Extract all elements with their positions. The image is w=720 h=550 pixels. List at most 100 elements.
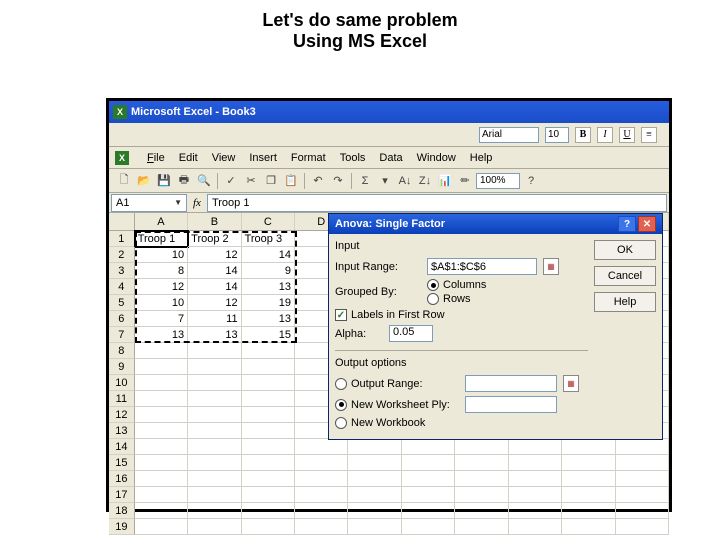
cell[interactable] xyxy=(402,471,455,487)
cell[interactable] xyxy=(348,487,401,503)
cell[interactable] xyxy=(295,519,348,535)
cell[interactable] xyxy=(188,503,241,519)
cell[interactable] xyxy=(616,455,669,471)
range-picker-icon[interactable]: ▦ xyxy=(563,375,579,392)
col-header[interactable]: C xyxy=(242,213,295,230)
cell[interactable] xyxy=(188,471,241,487)
cell[interactable] xyxy=(348,503,401,519)
columns-radio[interactable] xyxy=(427,279,439,291)
menu-format[interactable]: Format xyxy=(291,152,326,164)
formula-bar[interactable]: Troop 1 xyxy=(207,194,667,212)
row-header[interactable]: 6 xyxy=(109,311,135,327)
cell[interactable] xyxy=(242,359,295,375)
menu-edit[interactable]: Edit xyxy=(179,152,198,164)
cell[interactable] xyxy=(295,439,348,455)
row-header[interactable]: 3 xyxy=(109,263,135,279)
spell-icon[interactable]: ✓ xyxy=(222,172,240,190)
dialog-titlebar[interactable]: Anova: Single Factor ? ✕ xyxy=(329,214,662,234)
cell[interactable] xyxy=(188,375,241,391)
cell[interactable] xyxy=(616,471,669,487)
save-icon[interactable]: 💾 xyxy=(155,172,173,190)
cell[interactable] xyxy=(295,487,348,503)
row-header[interactable]: 13 xyxy=(109,423,135,439)
cell[interactable] xyxy=(455,503,508,519)
paste-icon[interactable]: 📋 xyxy=(282,172,300,190)
row-header[interactable]: 4 xyxy=(109,279,135,295)
cell[interactable] xyxy=(242,487,295,503)
cell[interactable]: 13 xyxy=(188,327,241,343)
menu-view[interactable]: View xyxy=(212,152,236,164)
cell[interactable]: 7 xyxy=(135,311,188,327)
menu-tools[interactable]: Tools xyxy=(340,152,366,164)
cell[interactable] xyxy=(242,343,295,359)
cell[interactable] xyxy=(135,487,188,503)
sort-desc-icon[interactable]: Z↓ xyxy=(416,172,434,190)
cell[interactable] xyxy=(135,503,188,519)
font-name-input[interactable] xyxy=(479,127,539,143)
cell[interactable] xyxy=(562,471,615,487)
cell[interactable]: 12 xyxy=(188,247,241,263)
preview-icon[interactable]: 🔍 xyxy=(195,172,213,190)
row-header[interactable]: 19 xyxy=(109,519,135,535)
cell[interactable] xyxy=(509,455,562,471)
cell[interactable] xyxy=(135,391,188,407)
cell[interactable] xyxy=(455,519,508,535)
row-header[interactable]: 5 xyxy=(109,295,135,311)
fx-icon[interactable]: fx xyxy=(193,197,201,209)
cell[interactable] xyxy=(348,455,401,471)
row-header[interactable]: 14 xyxy=(109,439,135,455)
cell[interactable] xyxy=(188,423,241,439)
cell[interactable] xyxy=(135,439,188,455)
cell[interactable] xyxy=(188,439,241,455)
help-button[interactable]: Help xyxy=(594,292,656,312)
chart-icon[interactable]: 📊 xyxy=(436,172,454,190)
cell[interactable]: 10 xyxy=(135,295,188,311)
cell[interactable]: 13 xyxy=(135,327,188,343)
cell[interactable] xyxy=(562,519,615,535)
cell[interactable]: 10 xyxy=(135,247,188,263)
cell[interactable] xyxy=(242,455,295,471)
drawing-icon[interactable]: ✏ xyxy=(456,172,474,190)
cell[interactable] xyxy=(242,503,295,519)
cell[interactable]: 12 xyxy=(188,295,241,311)
cell[interactable] xyxy=(135,359,188,375)
cell[interactable] xyxy=(616,503,669,519)
cell[interactable] xyxy=(616,439,669,455)
cell[interactable] xyxy=(402,503,455,519)
row-header[interactable]: 10 xyxy=(109,375,135,391)
sort-asc-icon[interactable]: A↓ xyxy=(396,172,414,190)
dropdown-icon[interactable]: ▾ xyxy=(376,172,394,190)
copy-icon[interactable]: ❐ xyxy=(262,172,280,190)
name-box[interactable]: A1 ▼ xyxy=(111,194,187,212)
cell[interactable]: 13 xyxy=(242,279,295,295)
cell[interactable] xyxy=(242,423,295,439)
alpha-field[interactable]: 0.05 xyxy=(389,325,433,342)
cell[interactable] xyxy=(242,407,295,423)
cell[interactable] xyxy=(402,519,455,535)
row-header[interactable]: 2 xyxy=(109,247,135,263)
font-size-input[interactable] xyxy=(545,127,569,143)
new-worksheet-radio[interactable] xyxy=(335,399,347,411)
align-button[interactable]: ≡ xyxy=(641,127,657,143)
cell[interactable] xyxy=(242,391,295,407)
output-range-field[interactable] xyxy=(465,375,557,392)
cell[interactable]: 14 xyxy=(188,279,241,295)
cell[interactable] xyxy=(188,391,241,407)
rows-radio[interactable] xyxy=(427,293,439,305)
row-header[interactable]: 9 xyxy=(109,359,135,375)
select-all-corner[interactable] xyxy=(109,213,135,230)
cell[interactable] xyxy=(188,487,241,503)
cell[interactable] xyxy=(562,455,615,471)
cancel-button[interactable]: Cancel xyxy=(594,266,656,286)
row-header[interactable]: 12 xyxy=(109,407,135,423)
cell[interactable] xyxy=(562,487,615,503)
cell[interactable]: Troop 3 xyxy=(242,231,295,247)
row-header[interactable]: 18 xyxy=(109,503,135,519)
cell[interactable] xyxy=(348,471,401,487)
ok-button[interactable]: OK xyxy=(594,240,656,260)
cell[interactable] xyxy=(135,375,188,391)
cell[interactable] xyxy=(295,503,348,519)
cell[interactable] xyxy=(135,455,188,471)
cell[interactable] xyxy=(188,407,241,423)
chevron-down-icon[interactable]: ▼ xyxy=(174,198,182,207)
